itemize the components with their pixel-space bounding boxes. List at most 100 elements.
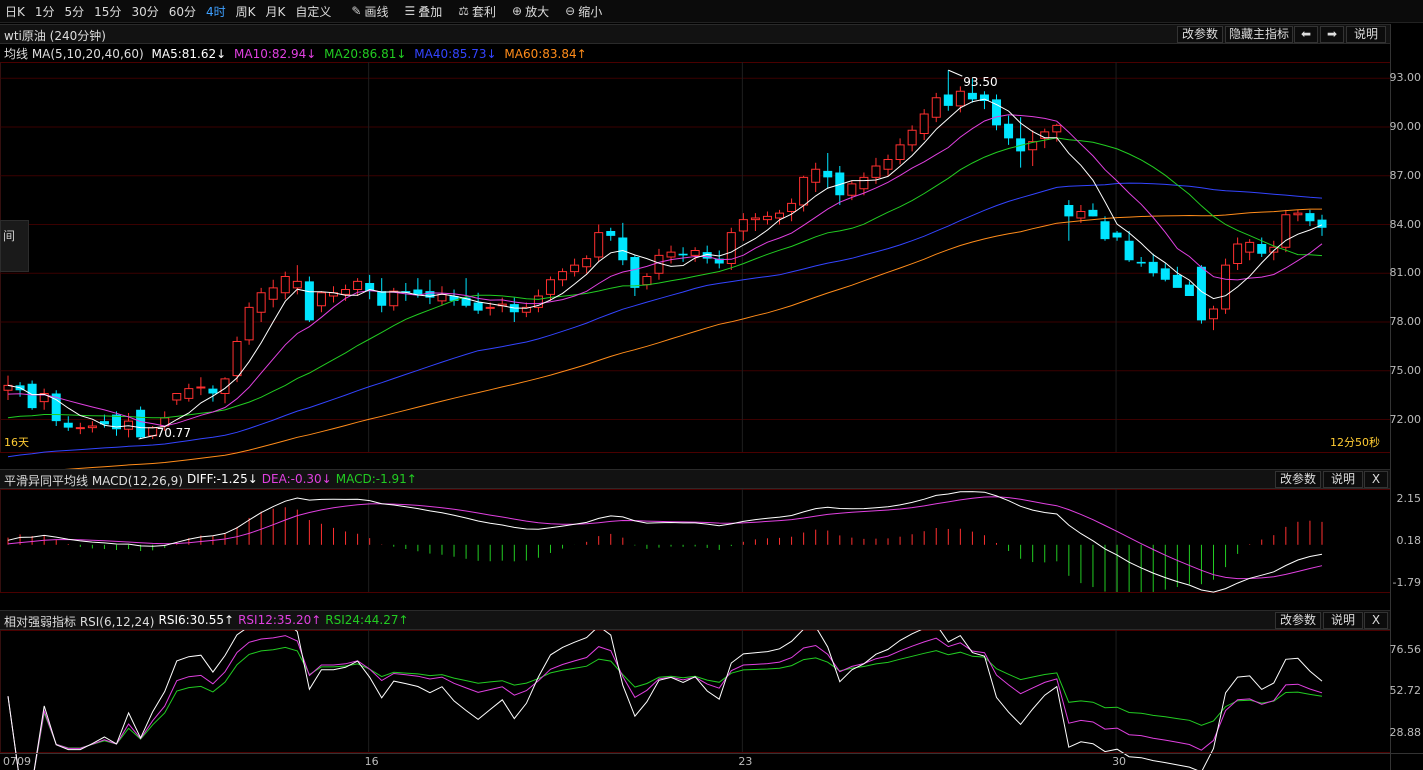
candle-up	[570, 264, 580, 273]
candle-up	[1052, 124, 1062, 133]
candle-up	[642, 276, 652, 286]
candle-down	[1184, 284, 1194, 296]
macd-close-label: X	[1371, 472, 1381, 486]
candle-down	[1148, 261, 1158, 274]
high-pointer	[948, 69, 963, 77]
candle-up	[124, 420, 134, 430]
candle-up	[594, 232, 604, 258]
x-date-label: 0709	[3, 755, 31, 768]
price-tick: 75.00	[1389, 363, 1422, 377]
rsi12-value: RSI12:35.20↑	[238, 613, 322, 627]
candle-up	[895, 144, 905, 160]
candle-down	[606, 231, 616, 236]
candle-down	[377, 291, 387, 306]
candle-up	[582, 258, 592, 268]
ma20-line	[7, 137, 1323, 419]
candle-up	[666, 251, 676, 258]
macd-tick: 2.15	[1396, 491, 1422, 505]
candle-down	[208, 388, 218, 394]
candle-up	[799, 176, 809, 206]
candle-up	[87, 425, 97, 429]
rsi-close-label: X	[1371, 613, 1381, 627]
candle-up	[871, 165, 881, 178]
ma5-line	[7, 98, 1323, 429]
candle-up	[244, 306, 254, 341]
price-tick: 84.00	[1389, 217, 1422, 231]
macd-legend: 平滑异同平均线 MACD(12,26,9) DIFF:-1.25↓ DEA:-0…	[4, 472, 417, 489]
candle-up	[485, 306, 495, 309]
price-tick: 93.00	[1389, 71, 1422, 85]
rsi-help-button[interactable]: 说明	[1323, 612, 1363, 629]
macd-change-params-label: 改参数	[1279, 472, 1316, 486]
rsi-tick: 52.72	[1389, 684, 1422, 698]
macd-change-params-button[interactable]: 改参数	[1275, 471, 1321, 488]
candle-up	[280, 276, 290, 294]
candle-down	[1172, 274, 1182, 288]
side-tab[interactable]: 间	[0, 220, 29, 272]
high-label: 93.50	[963, 75, 997, 89]
rsi-change-params-button[interactable]: 改参数	[1275, 612, 1321, 629]
rsi24-line	[7, 646, 1323, 770]
rsi12-line	[7, 635, 1323, 770]
candle-down	[1305, 213, 1315, 222]
rsi-legend-name: 相对强弱指标 RSI(6,12,24)	[4, 615, 155, 629]
candle-up	[75, 427, 85, 430]
candle-up	[316, 292, 326, 307]
candle-up	[172, 393, 182, 401]
candlestick-chart[interactable]: 93.50 70.77	[0, 0, 1423, 770]
candle-up	[690, 250, 700, 256]
candle-up	[1233, 243, 1243, 264]
panel-frame	[0, 630, 1391, 753]
duration-label: 16天	[4, 436, 29, 449]
countdown-label: 12分50秒	[1330, 436, 1380, 449]
candle-down	[1160, 268, 1170, 280]
candle-down	[1124, 240, 1134, 261]
macd-close-icon[interactable]: X	[1364, 471, 1388, 488]
price-tick: 78.00	[1389, 315, 1422, 328]
macd-help-button[interactable]: 说明	[1323, 471, 1363, 488]
rsi-change-params-label: 改参数	[1279, 613, 1316, 627]
macd-tick: -1.79	[1392, 576, 1421, 590]
diff-line	[7, 491, 1323, 593]
candle-up	[859, 176, 869, 190]
candle-down	[27, 383, 37, 409]
candle-down	[630, 257, 640, 288]
ma10-line	[7, 114, 1323, 427]
candle-up	[931, 97, 941, 118]
candle-down	[1112, 232, 1122, 238]
rsi-tick: 76.56	[1389, 642, 1422, 656]
candle-up	[196, 386, 206, 389]
candle-up	[847, 183, 857, 196]
candle-up	[545, 279, 555, 295]
candle-up	[292, 280, 302, 289]
rsi6-value: RSI6:30.55↑	[158, 613, 235, 627]
macd-diff-value: DIFF:-1.25↓	[186, 472, 258, 486]
candle-up	[232, 341, 242, 377]
candle-up	[389, 290, 399, 307]
candle-up	[787, 202, 797, 212]
x-date-label: 23	[738, 755, 753, 768]
candle-down	[1100, 221, 1110, 240]
candle-up	[341, 289, 351, 295]
rsi-panel-header: 相对强弱指标 RSI(6,12,24) RSI6:30.55↑ RSI12:35…	[0, 610, 1390, 630]
candle-up	[811, 168, 821, 183]
candle-down	[136, 409, 146, 438]
candle-down	[823, 170, 833, 178]
candle-down	[967, 92, 977, 100]
macd-value: MACD:-1.91↑	[335, 472, 417, 486]
rsi24-value: RSI24:44.27↑	[325, 613, 409, 627]
candle-up	[256, 292, 266, 313]
macd-tick: 0.18	[1396, 533, 1422, 547]
macd-help-label: 说明	[1330, 472, 1355, 486]
price-tick: 81.00	[1389, 266, 1422, 280]
rsi-close-icon[interactable]: X	[1364, 612, 1388, 629]
candle-up	[1245, 241, 1255, 253]
candle-up	[919, 113, 929, 134]
candle-down	[473, 302, 483, 311]
candle-up	[762, 215, 772, 221]
candle-up	[738, 219, 748, 232]
dea-line	[7, 496, 1323, 580]
candle-up	[1209, 308, 1219, 320]
candle-down	[618, 237, 628, 261]
candle-down	[304, 281, 314, 321]
